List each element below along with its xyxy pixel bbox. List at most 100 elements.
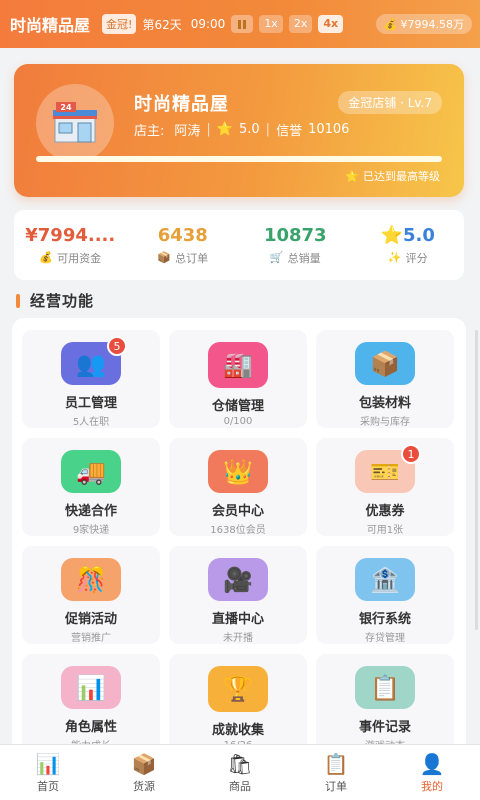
- store-card[interactable]: 24 时尚精品屋 金冠店铺 · Lv.7 店主: 阿涛 | ⭐ 5.0 | 信誉…: [14, 64, 464, 197]
- nav-label: 商品: [229, 779, 251, 793]
- function-tile[interactable]: 🎊 促销活动 营销推广: [22, 546, 160, 644]
- function-tile[interactable]: 👑 会员中心 1638位会员: [169, 438, 307, 536]
- nav-item[interactable]: 📋 订单: [288, 745, 384, 800]
- crown-icon: 👑: [208, 450, 268, 493]
- money-value: ¥7994.58万: [400, 18, 465, 31]
- promo-icon: 🎊: [61, 558, 121, 601]
- speed-1x-button[interactable]: 1x: [259, 15, 283, 33]
- bottom-nav: 📊 首页 📦 货源 🛍 商品 📋 订单 👤 我的: [0, 744, 480, 800]
- store-rating: 5.0: [238, 122, 260, 137]
- bank-icon: 🏦: [355, 558, 415, 601]
- tile-subtitle: 0/100: [223, 416, 253, 427]
- level-progress-bar: [36, 156, 442, 162]
- trophy-icon-glyph: 🏆: [223, 675, 253, 703]
- max-level-note: ⭐ 已达到最高等级: [345, 168, 440, 184]
- nav-item[interactable]: 📊 首页: [0, 745, 96, 800]
- credit-label: 信誉: [276, 124, 303, 139]
- box-icon-glyph: 📦: [370, 349, 400, 378]
- clipboard-icon: 📋: [323, 751, 349, 776]
- scrollbar[interactable]: [475, 330, 478, 630]
- function-tile[interactable]: 🎥 直播中心 未开播: [169, 546, 307, 644]
- stat-value: 5.0: [403, 224, 435, 246]
- tile-subtitle: 营销推广: [71, 633, 111, 644]
- box-icon: 📦: [131, 751, 157, 776]
- stat-rating: ⭐5.0 ✨ 评分: [352, 210, 465, 280]
- star-icon: ⭐: [345, 169, 359, 183]
- stat-funds: ¥7994.... 💰 可用资金: [14, 210, 127, 280]
- stat-label: 总销量: [287, 251, 321, 265]
- tile-name: 仓储管理: [211, 399, 264, 414]
- warehouse-icon: 🏭: [208, 342, 268, 388]
- chart-icon-glyph: 📊: [76, 673, 106, 702]
- stat-sales: 10873 🛒 总销量: [239, 210, 352, 280]
- staff-icon-glyph: 👥: [76, 349, 106, 378]
- stat-value-wrap: ⭐5.0: [381, 225, 435, 246]
- staff-icon: 👥 5: [61, 336, 127, 385]
- function-tile[interactable]: 🎫 1 优惠券 可用1张: [316, 438, 454, 536]
- tile-subtitle: 存贷管理: [365, 633, 405, 644]
- crown-tag: 金冠!: [102, 14, 137, 34]
- pause-icon: [238, 19, 247, 29]
- svg-text:24: 24: [60, 103, 72, 112]
- tile-name: 会员中心: [211, 504, 264, 519]
- owner-name: 阿涛: [174, 124, 201, 139]
- nav-label: 订单: [325, 779, 347, 793]
- function-grid: 👥 5 员工管理 5人在职 🏭 仓储管理 0/100 📦 包装材料 采购与库存 🚚 快递合作 9家快递 👑…: [22, 330, 454, 746]
- nav-label: 首页: [37, 779, 59, 793]
- divider: |: [265, 122, 271, 137]
- tile-name: 成就收集: [211, 723, 264, 738]
- shopping-bag-icon: 🛍: [227, 751, 253, 776]
- speed-2x-button[interactable]: 2x: [288, 15, 313, 33]
- user-icon: 👤: [419, 751, 445, 776]
- warehouse-icon-glyph: 🏭: [223, 351, 253, 379]
- nav-item[interactable]: 👤 我的: [384, 745, 480, 800]
- tile-subtitle: 可用1张: [366, 525, 404, 536]
- function-tile[interactable]: 📋事件记录游戏动态: [316, 654, 454, 746]
- credit-value: 10106: [308, 122, 350, 137]
- promo-icon-glyph: 🎊: [76, 565, 106, 594]
- home-chart-icon: 📊: [35, 751, 61, 776]
- day-counter: 第62天: [142, 17, 182, 32]
- store-name: 时尚精品屋: [134, 94, 229, 115]
- pause-button[interactable]: [231, 15, 254, 33]
- tile-name: 银行系统: [358, 612, 411, 627]
- level-progress-fill: [36, 156, 442, 162]
- tile-subtitle: 9家快递: [72, 525, 110, 536]
- notification-badge: 5: [107, 336, 127, 356]
- function-tile[interactable]: 🏦 银行系统存贷管理: [316, 546, 454, 644]
- function-tile[interactable]: 👥 5 员工管理 5人在职: [22, 330, 160, 428]
- tile-name: 角色属性: [64, 720, 117, 735]
- tile-subtitle: 未开播: [223, 633, 253, 644]
- nav-item[interactable]: 🛍 商品: [192, 745, 288, 800]
- speed-4x-button[interactable]: 4x: [318, 15, 344, 33]
- truck-icon-glyph: 🚚: [76, 457, 106, 486]
- tile-subtitle: 采购与库存: [360, 417, 410, 428]
- nav-item[interactable]: 📦 货源: [96, 745, 192, 800]
- function-tile[interactable]: 🚚 快递合作 9家快递: [22, 438, 160, 536]
- function-tile[interactable]: 📦 包装材料采购与库存: [316, 330, 454, 428]
- stat-label: 评分: [405, 251, 428, 265]
- bank-icon-glyph: 🏦: [370, 565, 400, 594]
- function-tile[interactable]: 🏆 成就收集 16/26: [169, 654, 307, 746]
- camera-icon-glyph: 🎥: [223, 565, 253, 594]
- store-meta: 店主: 阿涛 | ⭐ 5.0 | 信誉 10106: [134, 120, 349, 139]
- stat-value: 6438: [157, 224, 208, 246]
- divider: |: [206, 122, 211, 137]
- chart-icon: 📊: [61, 666, 121, 709]
- tile-name: 快递合作: [64, 504, 117, 519]
- function-grid-panel: 👥 5 员工管理 5人在职 🏭 仓储管理 0/100 📦 包装材料 采购与库存 🚚 快递合作 9家快递 👑…: [12, 318, 466, 746]
- clipboard-icon: 📋: [355, 666, 415, 709]
- tile-name: 优惠券: [365, 504, 405, 519]
- function-tile[interactable]: 📊角色属性能力成长: [22, 654, 160, 746]
- truck-icon: 🚚: [61, 450, 121, 493]
- cart-icon: 🛒: [269, 251, 284, 264]
- function-tile[interactable]: 🏭 仓储管理 0/100: [169, 330, 307, 428]
- store-level-badge: 金冠店铺 · Lv.7: [338, 91, 442, 114]
- section-header: 经营功能: [16, 290, 94, 311]
- money-display: 💰 ¥7994.58万: [375, 14, 472, 34]
- top-bar: 时尚精品屋 金冠! 第62天 09:00 1x 2x 4x 💰 ¥7994.58…: [0, 0, 480, 48]
- tile-name: 包装材料: [358, 396, 411, 411]
- section-accent-bar: [16, 293, 20, 308]
- money-bag-icon: 💰: [383, 17, 398, 31]
- tile-name: 员工管理: [64, 396, 117, 411]
